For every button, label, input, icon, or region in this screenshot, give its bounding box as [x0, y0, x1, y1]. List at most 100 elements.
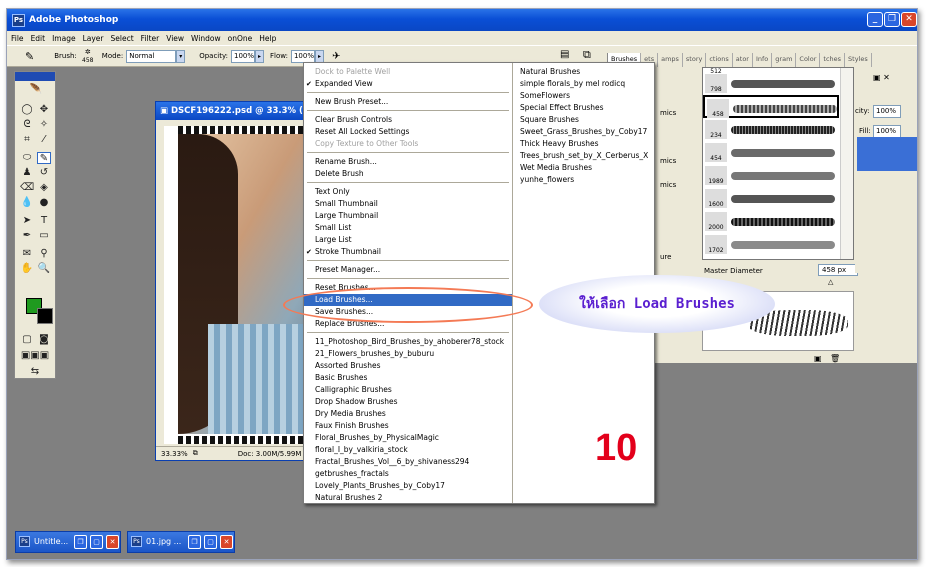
menu-item-large-thumbnail[interactable]: Large Thumbnail: [304, 210, 512, 222]
stamp-tool-icon[interactable]: ♟: [20, 167, 34, 179]
selected-layer-row[interactable]: [857, 137, 917, 171]
menu-item-clear-brush-controls[interactable]: Clear Brush Controls: [304, 114, 512, 126]
brush-row[interactable]: 798: [703, 72, 839, 95]
menu-item-reset-all-locked-settings[interactable]: Reset All Locked Settings: [304, 126, 512, 138]
imageready-jump-icon[interactable]: ⇆: [20, 366, 50, 378]
close-button[interactable]: ✕: [901, 12, 917, 27]
menu-item-rename-brush[interactable]: Rename Brush...: [304, 156, 512, 168]
menu-view[interactable]: View: [166, 34, 184, 43]
menu-item-trees-brush-set-by-x-cerberus-x[interactable]: Trees_brush_set_by_X_Cerberus_X: [520, 150, 648, 162]
brush-row[interactable]: 1989: [703, 164, 839, 187]
task-restore-icon[interactable]: ❐: [188, 535, 201, 549]
menu-item-large-list[interactable]: Large List: [304, 234, 512, 246]
menu-layer[interactable]: Layer: [83, 34, 104, 43]
menu-item-21-flowers-brushes-by-buburu[interactable]: 21_Flowers_brushes_by_buburu: [304, 348, 512, 360]
menu-item-yunhe-flowers[interactable]: yunhe_flowers: [520, 174, 574, 186]
menu-item-drop-shadow-brushes[interactable]: Drop Shadow Brushes: [304, 396, 512, 408]
menu-item-delete-brush[interactable]: Delete Brush: [304, 168, 512, 180]
quickmask-mode-icon[interactable]: ◙: [37, 334, 51, 346]
zoom-level[interactable]: 33.33%: [161, 450, 188, 458]
task-restore-icon[interactable]: ❐: [74, 535, 87, 549]
type-tool-icon[interactable]: T: [37, 215, 51, 227]
menu-item-assorted-brushes[interactable]: Assorted Brushes: [304, 360, 512, 372]
feather-logo-icon[interactable]: 🪶: [25, 84, 47, 96]
healing-tool-icon[interactable]: ⬭: [20, 152, 34, 164]
palette-well-icon[interactable]: ▤: [560, 49, 569, 60]
brush-row[interactable]: 1600: [703, 187, 839, 210]
tab-styles[interactable]: Styles: [845, 53, 872, 67]
menu-window[interactable]: Window: [191, 34, 221, 43]
document-canvas[interactable]: [164, 126, 313, 444]
palette-close-icon[interactable]: ▣ ✕: [873, 73, 890, 82]
opacity-field[interactable]: 100%: [231, 49, 255, 63]
tab-stamps[interactable]: amps: [658, 53, 683, 67]
history-brush-icon[interactable]: ↺: [37, 167, 51, 179]
eyedropper-icon[interactable]: ⚲: [37, 248, 51, 260]
pen-tool-icon[interactable]: ✒: [20, 230, 34, 242]
menu-item-sweet-grass-brushes-by-coby17[interactable]: Sweet_Grass_Brushes_by_Coby17: [520, 126, 647, 138]
brush-row[interactable]: 234: [703, 118, 839, 141]
airbrush-icon[interactable]: ✈: [332, 51, 340, 62]
mode-dropdown-icon[interactable]: ▾: [176, 49, 186, 63]
menu-item-basic-brushes[interactable]: Basic Brushes: [304, 372, 512, 384]
document-titlebar[interactable]: ▣ DSCF196222.psd @ 33.3% (La: [156, 102, 309, 120]
master-diameter-field[interactable]: 458 px: [818, 264, 858, 276]
flow-arrow-icon[interactable]: ▸: [314, 49, 324, 63]
delete-brush-icon[interactable]: 🗑: [830, 354, 840, 363]
task-maximize-icon[interactable]: ▢: [90, 535, 103, 549]
menu-item-expanded-view[interactable]: Expanded View: [304, 78, 512, 90]
hand-tool-icon[interactable]: ✋: [20, 263, 34, 275]
menu-item-dry-media-brushes[interactable]: Dry Media Brushes: [304, 408, 512, 420]
doc-size[interactable]: Doc: 3.00M/5.99M: [238, 450, 302, 458]
menu-item-thick-heavy-brushes[interactable]: Thick Heavy Brushes: [520, 138, 599, 150]
restore-button[interactable]: ❐: [884, 12, 900, 27]
menu-item-getbrushes-fractals[interactable]: getbrushes_fractals: [304, 468, 512, 480]
menu-select[interactable]: Select: [111, 34, 134, 43]
mode-select[interactable]: Normal: [126, 49, 177, 63]
brush-preset-picker[interactable]: ✲ 458: [80, 48, 96, 65]
opacity-arrow-icon[interactable]: ▸: [255, 49, 264, 63]
marquee-tool-icon[interactable]: ◯: [20, 104, 34, 116]
brush-row[interactable]: 2000: [703, 210, 839, 233]
slice-tool-icon[interactable]: ⁄: [37, 134, 51, 146]
screen-mode-icons[interactable]: ▣▣▣: [20, 350, 50, 362]
menu-help[interactable]: Help: [259, 34, 276, 43]
brush-row-selected[interactable]: 458: [703, 95, 839, 118]
minimized-window-01jpg[interactable]: Ps 01.jpg ... ❐ ▢ ✕: [127, 531, 235, 553]
dodge-tool-icon[interactable]: ●: [37, 197, 51, 209]
brush-row[interactable]: 1702: [703, 233, 839, 256]
task-maximize-icon[interactable]: ▢: [204, 535, 217, 549]
minimized-window-untitled[interactable]: Ps Untitle... ❐ ▢ ✕: [15, 531, 121, 553]
menu-item-natural-brushes-2[interactable]: Natural Brushes 2: [304, 492, 512, 504]
flow-field[interactable]: 100%: [290, 49, 315, 63]
menu-item-small-thumbnail[interactable]: Small Thumbnail: [304, 198, 512, 210]
lasso-tool-icon[interactable]: ᘓ: [20, 119, 34, 131]
background-color-swatch[interactable]: [37, 308, 53, 324]
menu-edit[interactable]: Edit: [31, 34, 46, 43]
move-tool-icon[interactable]: ✥: [37, 104, 51, 116]
menu-item-lovely-plants-brushes-by-coby17[interactable]: Lovely_Plants_Brushes_by_Coby17: [304, 480, 512, 492]
menu-item-new-brush-preset[interactable]: New Brush Preset...: [304, 96, 512, 108]
menu-file[interactable]: File: [11, 34, 24, 43]
brush-tool-icon[interactable]: ✎: [25, 50, 34, 63]
menu-item-someflowers[interactable]: SomeFlowers: [520, 90, 570, 102]
menu-item-natural-brushes[interactable]: Natural Brushes: [520, 66, 580, 78]
crop-tool-icon[interactable]: ⌗: [20, 134, 34, 146]
new-brush-icon[interactable]: ▣: [814, 354, 822, 363]
menu-item-faux-finish-brushes[interactable]: Faux Finish Brushes: [304, 420, 512, 432]
magic-wand-icon[interactable]: ✧: [37, 119, 51, 131]
menu-item-stroke-thumbnail[interactable]: Stroke Thumbnail: [304, 246, 512, 258]
path-select-icon[interactable]: ➤: [20, 215, 34, 227]
menu-item-floral-brushes-by-physicalmagic[interactable]: Floral_Brushes_by_PhysicalMagic: [304, 432, 512, 444]
minimize-button[interactable]: _: [867, 12, 883, 27]
menu-item-11-photoshop-bird-brushes-by-ahoberer78-stock[interactable]: 11_Photoshop_Bird_Brushes_by_ahoberer78_…: [304, 336, 512, 348]
task-close-icon[interactable]: ✕: [106, 535, 119, 549]
blur-tool-icon[interactable]: 💧: [20, 197, 34, 209]
menu-item-square-brushes[interactable]: Square Brushes: [520, 114, 579, 126]
zoom-tool-icon[interactable]: 🔍: [37, 263, 51, 275]
menu-item-text-only[interactable]: Text Only: [304, 186, 512, 198]
menu-filter[interactable]: Filter: [141, 34, 160, 43]
brush-row[interactable]: 454: [703, 141, 839, 164]
menu-item-small-list[interactable]: Small List: [304, 222, 512, 234]
standard-mode-icon[interactable]: ▢: [20, 334, 34, 346]
